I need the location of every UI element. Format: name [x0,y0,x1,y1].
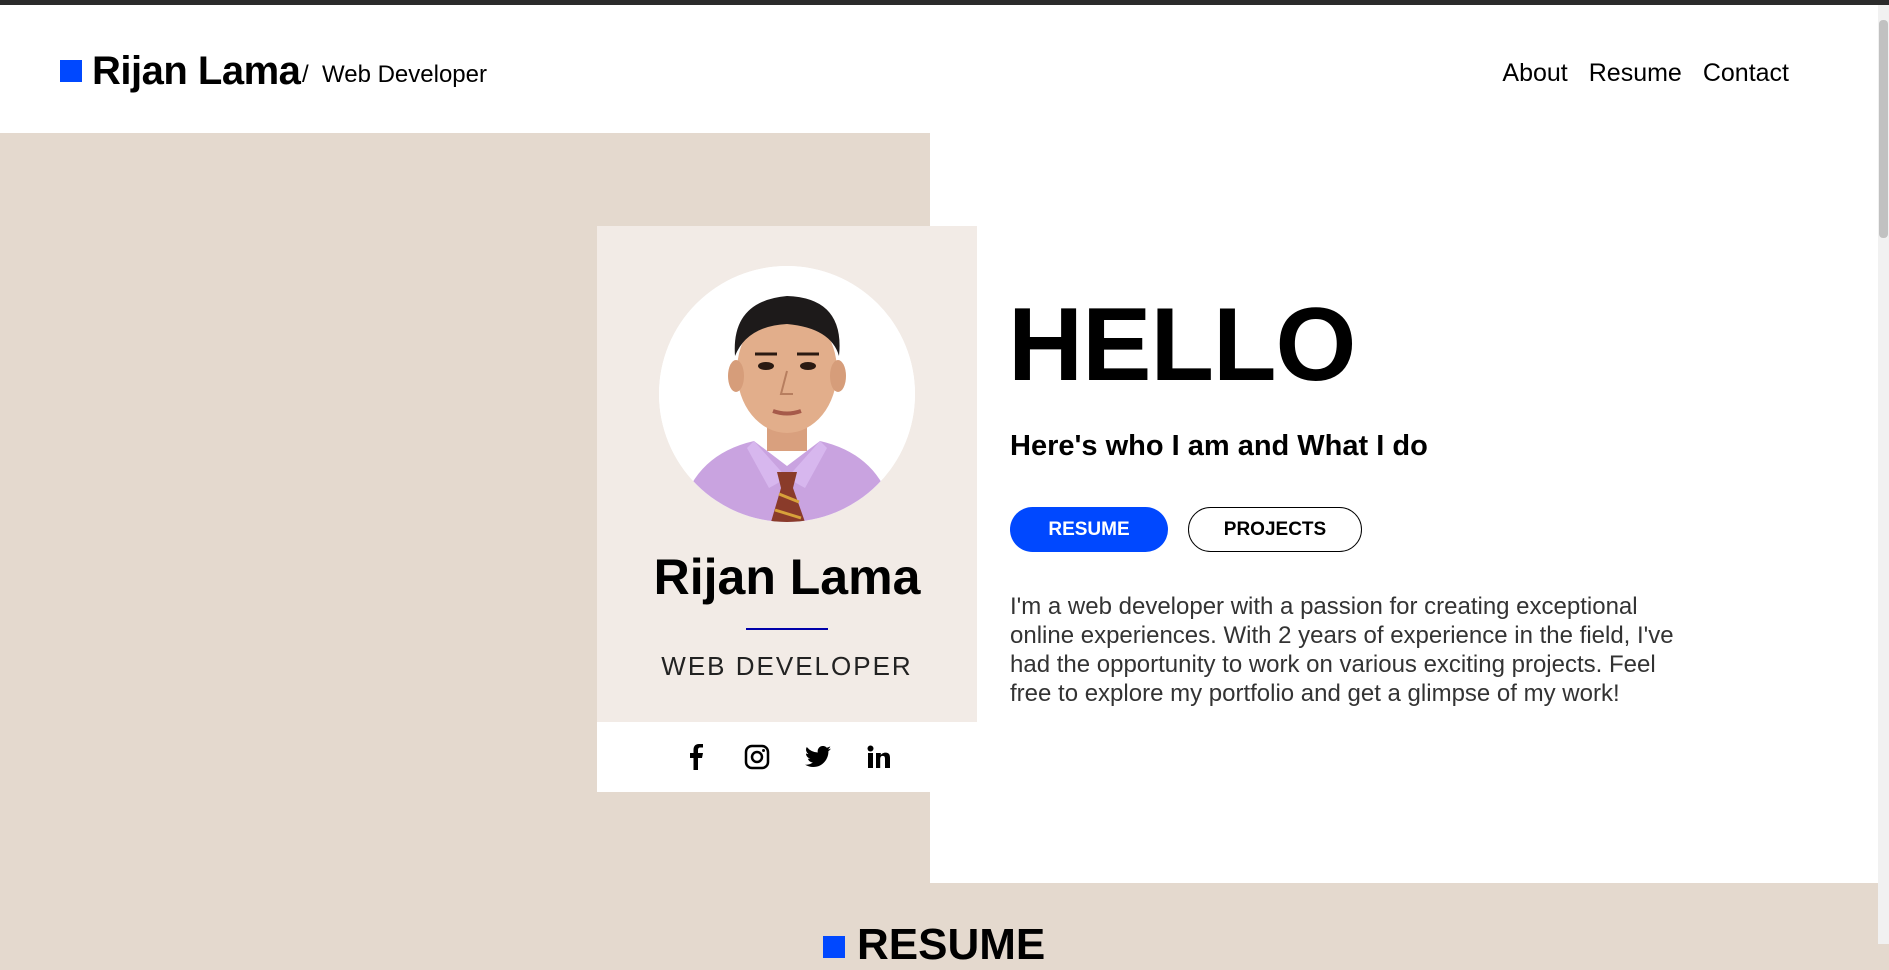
site-header: Rijan Lama / Web Developer About Resume … [0,5,1878,133]
brand-role: Web Developer [322,61,487,88]
page-scrollbar[interactable] [1878,5,1889,944]
main-nav: About Resume Contact [1502,59,1789,88]
brand-separator: / [302,61,309,88]
profile-card: Rijan Lama WEB DEVELOPER [597,226,977,792]
brand-logo-square [60,60,82,82]
nav-link-resume[interactable]: Resume [1589,59,1682,88]
hero-bio: I'm a web developer with a passion for c… [1010,593,1674,707]
resume-button[interactable]: RESUME [1010,507,1168,552]
instagram-icon[interactable] [743,743,771,771]
hero-subtitle: Here's who I am and What I do [1010,430,1428,462]
brand-name[interactable]: Rijan Lama [92,49,301,94]
resume-section-square [823,936,845,958]
nav-link-about[interactable]: About [1502,59,1567,88]
profile-role: WEB DEVELOPER [661,651,913,681]
nav-link-contact[interactable]: Contact [1703,59,1789,88]
scrollbar-thumb[interactable] [1879,20,1888,238]
social-links [597,722,977,792]
profile-divider [746,628,828,630]
linkedin-icon[interactable] [865,743,893,771]
resume-section-title: RESUME [857,920,1046,969]
twitter-icon[interactable] [804,743,832,771]
projects-button[interactable]: PROJECTS [1188,507,1362,552]
hero-greeting: HELLO [1008,287,1356,403]
facebook-icon[interactable] [682,743,710,771]
profile-name: Rijan Lama [653,549,921,605]
avatar [659,266,915,522]
